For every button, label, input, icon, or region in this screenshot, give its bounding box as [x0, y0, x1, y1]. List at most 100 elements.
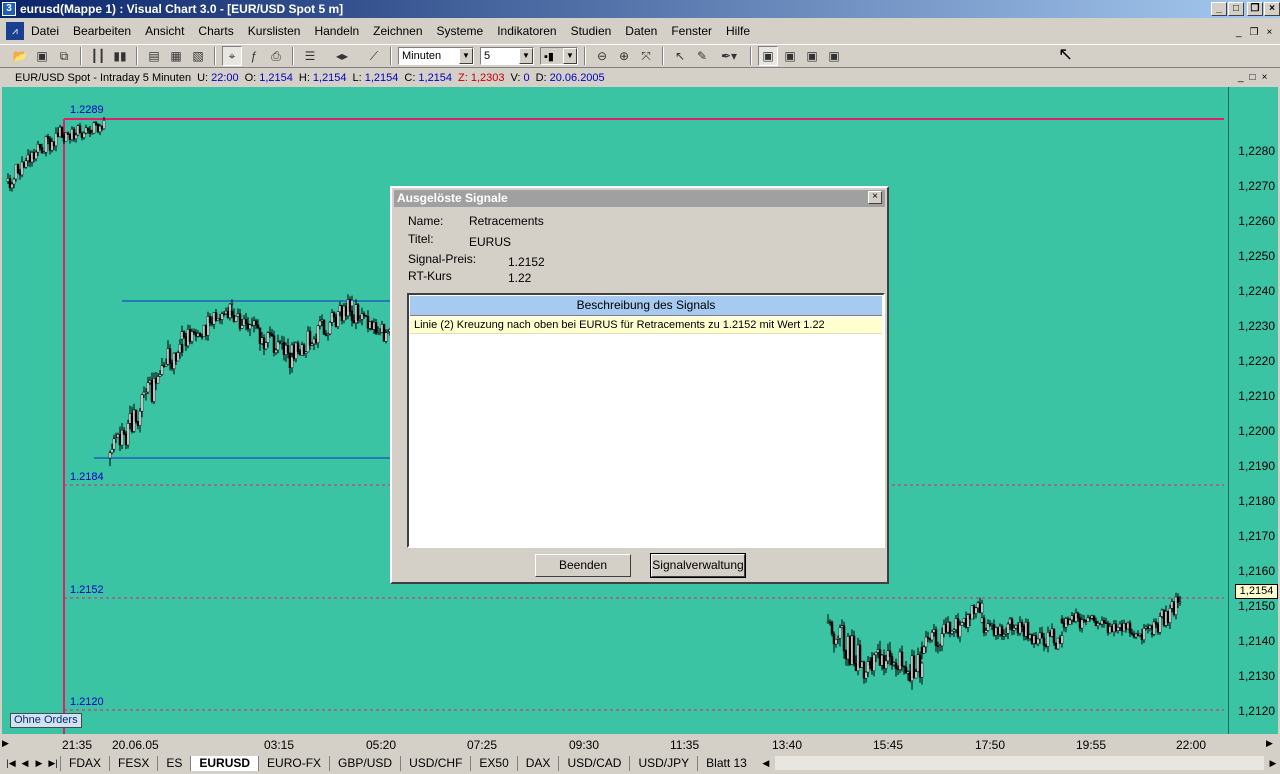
candle-body — [1154, 621, 1158, 625]
candle-body — [222, 313, 226, 315]
tab-eurusd[interactable]: EURUSD — [190, 755, 259, 771]
next-sheet-icon[interactable]: ▶ — [32, 756, 46, 770]
orders-badge[interactable]: Ohne Orders — [10, 713, 82, 728]
mdi-controls[interactable]: _❐× — [1236, 27, 1280, 38]
candle-body — [294, 342, 298, 360]
candle-body — [906, 671, 910, 674]
candle-body — [300, 344, 304, 356]
select-tool-icon[interactable]: ↖ — [670, 46, 690, 66]
zoom-in-icon[interactable]: ⊕ — [614, 46, 634, 66]
template-icon[interactable]: ▦ — [166, 46, 186, 66]
candle-body — [374, 322, 378, 334]
z-value: 1,2303 — [470, 72, 505, 84]
menu-daten[interactable]: Daten — [618, 24, 664, 38]
chart-app-icon[interactable]: ⩘ — [6, 22, 24, 40]
signalverwaltung-button[interactable]: Signalverwaltung — [650, 553, 746, 578]
tab-scroll-right-icon[interactable]: ▶ — [1266, 756, 1280, 770]
candle-body — [924, 636, 928, 648]
candle-body — [1124, 623, 1128, 630]
title-bar: 3 eurusd(Mappe 1) : Visual Chart 3.0 - [… — [0, 0, 1280, 18]
tab-blatt-13[interactable]: Blatt 13 — [697, 755, 755, 771]
first-sheet-icon[interactable]: |◀ — [4, 756, 18, 770]
menu-systeme[interactable]: Systeme — [430, 24, 491, 38]
candle-body — [40, 147, 44, 154]
maximize-button[interactable]: □ — [1228, 2, 1244, 16]
zoom-out-icon[interactable]: ⊖ — [592, 46, 612, 66]
window-4-icon[interactable]: ▣ — [824, 46, 844, 66]
scroll-right-icon[interactable]: ▶ — [1266, 738, 1273, 749]
chart-window-controls[interactable]: _□× — [1238, 72, 1273, 83]
candle-body — [1150, 625, 1154, 630]
volume-chart-icon[interactable]: ▮▮ — [110, 46, 130, 66]
menu-bearbeiten[interactable]: Bearbeiten — [66, 24, 138, 38]
menu-zeichnen[interactable]: Zeichnen — [366, 24, 429, 38]
save-all-icon[interactable]: ⧉ — [54, 46, 74, 66]
draw-icon[interactable]: ⟋ — [364, 46, 384, 66]
menu-fenster[interactable]: Fenster — [664, 24, 719, 38]
last-sheet-icon[interactable]: ▶| — [46, 756, 60, 770]
menu-hilfe[interactable]: Hilfe — [719, 24, 757, 38]
save-icon[interactable]: ▣ — [32, 46, 52, 66]
menu-datei[interactable]: Datei — [24, 24, 66, 38]
y-tick: 1,2180 — [1238, 494, 1275, 508]
crosshair-icon[interactable]: ⤧ — [636, 46, 656, 66]
tab-es[interactable]: ES — [157, 755, 190, 771]
restore-button[interactable]: ❐ — [1247, 2, 1263, 16]
scroll-icon[interactable]: ◂▸ — [322, 46, 362, 66]
tab-usd-jpy[interactable]: USD/JPY — [629, 755, 697, 771]
menu-handeln[interactable]: Handeln — [307, 24, 366, 38]
minimize-button[interactable]: _ — [1211, 2, 1227, 16]
cursor-mode-icon[interactable]: ⌖ — [222, 46, 242, 66]
signal-table[interactable]: Beschreibung des Signals Linie (2) Kreuz… — [407, 293, 885, 548]
candle-body — [882, 654, 886, 669]
signal-table-header[interactable]: Beschreibung des Signals — [410, 296, 882, 316]
tab-gbp-usd[interactable]: GBP/USD — [329, 755, 400, 771]
tab-fdax[interactable]: FDAX — [60, 755, 109, 771]
close-value: 1,2154 — [418, 72, 453, 84]
candle-body — [1156, 623, 1160, 633]
window-2-icon[interactable]: ▣ — [780, 46, 800, 66]
candle-body — [962, 618, 966, 623]
period-value-select[interactable]: 5 ▼ — [480, 47, 534, 65]
candle-body — [132, 409, 136, 432]
tab-euro-fx[interactable]: EURO-FX — [258, 755, 329, 771]
menu-charts[interactable]: Charts — [191, 24, 240, 38]
window-1-icon[interactable]: ▣ — [758, 46, 778, 66]
bar-chart-icon[interactable]: ┃┃ — [88, 46, 108, 66]
candle-body — [1176, 596, 1180, 603]
beenden-button[interactable]: Beenden — [535, 554, 631, 577]
tab-dax[interactable]: DAX — [516, 755, 559, 771]
horizontal-scrollbar[interactable] — [774, 756, 1264, 770]
candle-body — [286, 345, 290, 354]
tab-fesx[interactable]: FESX — [109, 755, 157, 771]
chart-style-select[interactable]: ▪▮ ▼ — [540, 47, 578, 65]
candle-body — [188, 329, 192, 342]
indicator-icon[interactable]: ƒ — [244, 46, 264, 66]
scroll-left-icon[interactable]: ▶ — [2, 738, 9, 749]
tab-usd-chf[interactable]: USD/CHF — [400, 755, 470, 771]
signal-table-row[interactable]: Linie (2) Kreuzung nach oben bei EURUS f… — [410, 317, 882, 334]
new-folder-icon[interactable]: ▤ — [144, 46, 164, 66]
candle-body — [902, 665, 906, 668]
menu-ansicht[interactable]: Ansicht — [138, 24, 191, 38]
pen-color-icon[interactable]: ✒▾ — [714, 46, 744, 66]
candle-body — [1012, 628, 1016, 631]
print-icon[interactable]: ⎙ — [266, 46, 286, 66]
highlighter-icon[interactable]: ✎ — [692, 46, 712, 66]
prev-sheet-icon[interactable]: ◀ — [18, 756, 32, 770]
open-folder-icon[interactable]: 📂 — [10, 46, 30, 66]
properties-icon[interactable]: ☰ — [300, 46, 320, 66]
menu-indikatoren[interactable]: Indikatoren — [490, 24, 563, 38]
menu-studien[interactable]: Studien — [564, 24, 619, 38]
workspace-icon[interactable]: ▧ — [188, 46, 208, 66]
tab-usd-cad[interactable]: USD/CAD — [558, 755, 629, 771]
tab-ex50[interactable]: EX50 — [470, 755, 516, 771]
period-unit-select[interactable]: Minuten ▼ — [398, 47, 474, 65]
window-3-icon[interactable]: ▣ — [802, 46, 822, 66]
menu-kurslisten[interactable]: Kurslisten — [241, 24, 308, 38]
candle-body — [320, 319, 324, 322]
tab-scroll-left-icon[interactable]: ◀ — [759, 756, 773, 770]
app-icon: 3 — [2, 2, 16, 16]
close-button[interactable]: × — [1264, 2, 1280, 16]
dialog-close-icon[interactable]: × — [868, 191, 882, 204]
